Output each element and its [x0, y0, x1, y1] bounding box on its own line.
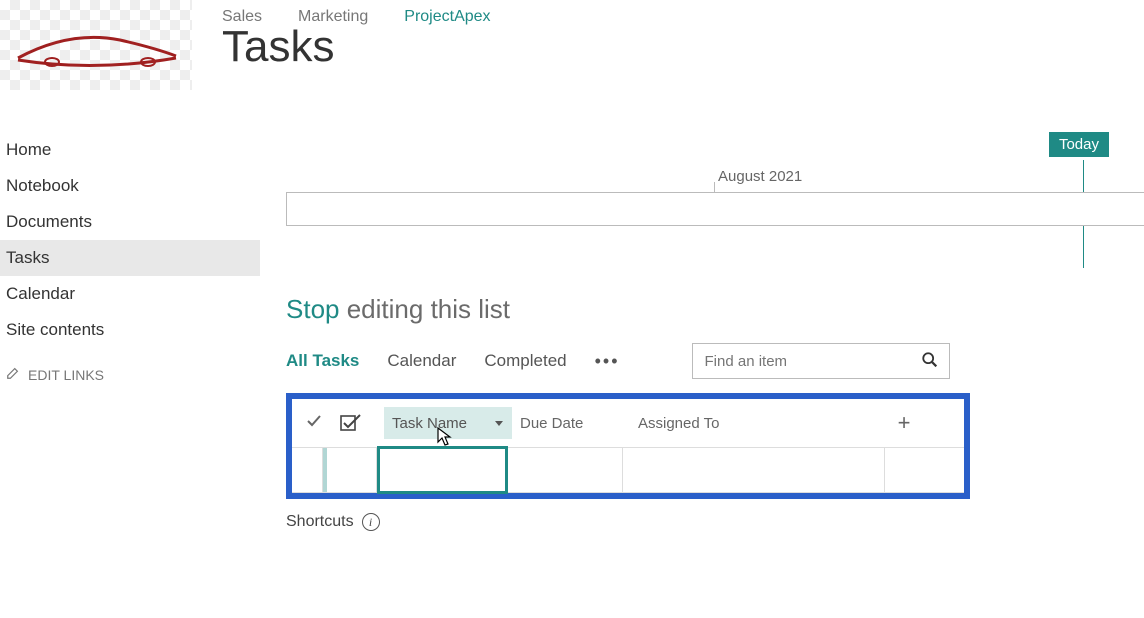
leftnav-notebook[interactable]: Notebook [0, 168, 260, 204]
task-grid-header: Task Name Due Date Assigned To + [292, 399, 964, 447]
column-assigned-to[interactable]: Assigned To [630, 415, 884, 432]
shortcuts-row[interactable]: Shortcuts i [286, 513, 1144, 531]
left-nav: Home Notebook Documents Tasks Calendar S… [0, 132, 260, 383]
leftnav-documents[interactable]: Documents [0, 204, 260, 240]
leftnav-home[interactable]: Home [0, 132, 260, 168]
column-task-name[interactable]: Task Name [384, 407, 512, 439]
table-row[interactable] [292, 447, 964, 493]
more-views-icon[interactable]: ••• [595, 351, 620, 372]
timeline-month-label: August 2021 [718, 168, 802, 185]
add-column-button[interactable]: + [884, 410, 924, 436]
view-completed[interactable]: Completed [484, 351, 566, 371]
leftnav-tasks[interactable]: Tasks [0, 240, 260, 276]
row-divider [323, 448, 327, 492]
view-calendar[interactable]: Calendar [387, 351, 456, 371]
cell-complete[interactable] [292, 448, 323, 492]
timeline: Today August 2021 [286, 130, 1144, 270]
page-title: Tasks [192, 22, 521, 72]
column-task-name-label: Task Name [392, 415, 467, 432]
leftnav-site-contents[interactable]: Site contents [0, 312, 260, 348]
cell-add-column [885, 448, 964, 492]
cell-assigned-to[interactable] [623, 448, 885, 492]
dropdown-icon [494, 415, 504, 432]
view-all-tasks[interactable]: All Tasks [286, 351, 359, 371]
timeline-bar[interactable] [286, 192, 1144, 226]
edit-links-label: EDIT LINKS [28, 367, 104, 383]
today-marker: Today [1049, 132, 1109, 157]
site-logo[interactable] [0, 0, 192, 90]
stop-editing-heading: Stop editing this list [286, 294, 1144, 325]
column-select-all[interactable] [340, 413, 384, 433]
column-complete-icon[interactable] [306, 414, 340, 433]
info-icon[interactable]: i [362, 513, 380, 531]
task-grid: Task Name Due Date Assigned To + [286, 393, 970, 499]
cell-task-name-input[interactable] [377, 446, 508, 494]
edit-links-button[interactable]: EDIT LINKS [0, 366, 260, 383]
cell-select[interactable] [327, 448, 377, 492]
stop-editing-rest: editing this list [340, 294, 511, 324]
cell-due-date[interactable] [508, 448, 623, 492]
stop-editing-link[interactable]: Stop [286, 294, 340, 324]
leftnav-calendar[interactable]: Calendar [0, 276, 260, 312]
search-box[interactable] [692, 343, 950, 379]
search-icon[interactable] [921, 351, 939, 372]
search-input[interactable] [703, 352, 903, 371]
column-due-date[interactable]: Due Date [512, 415, 630, 432]
pencil-icon [6, 366, 20, 383]
shortcuts-label: Shortcuts [286, 513, 354, 531]
